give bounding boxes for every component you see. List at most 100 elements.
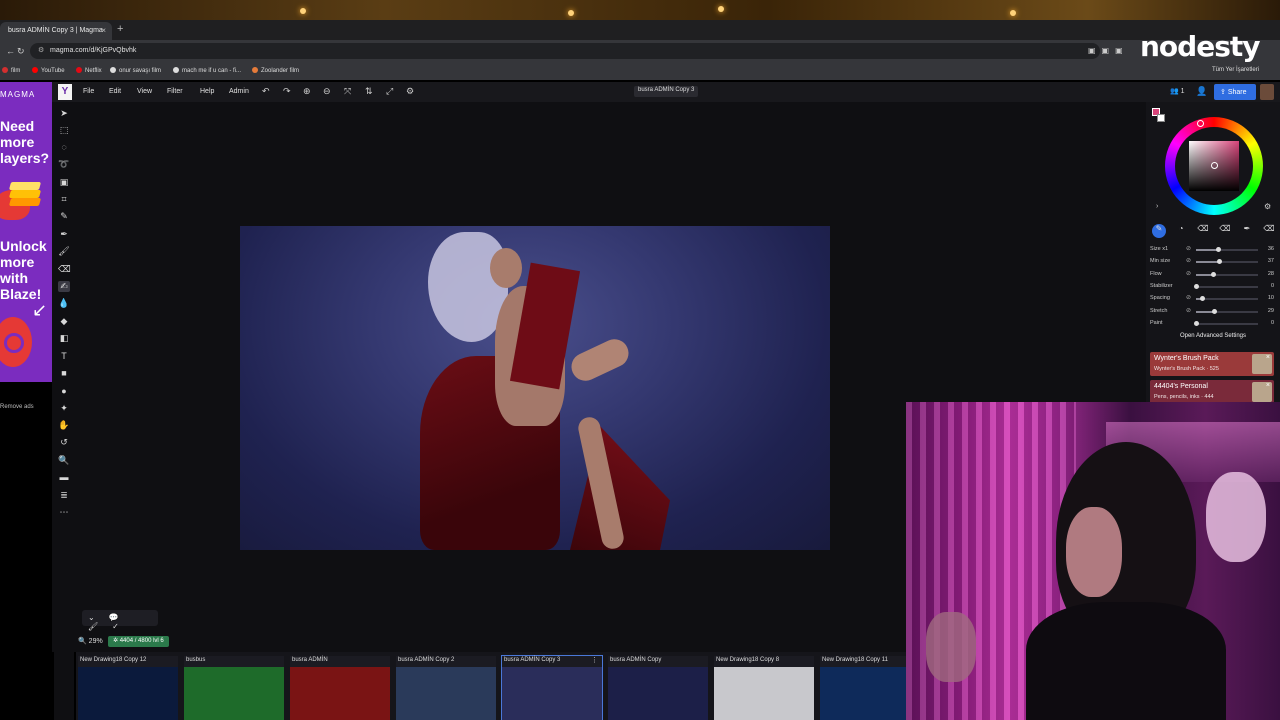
avatar[interactable] bbox=[1260, 84, 1274, 100]
bookmark-item[interactable]: film bbox=[2, 67, 20, 74]
brush-slider[interactable]: Flow ⊘ 28 bbox=[1150, 270, 1276, 280]
new-tab-button[interactable]: + bbox=[117, 23, 123, 35]
slider-knob[interactable] bbox=[1216, 259, 1222, 265]
drawing-thumbnail[interactable]: busbus bbox=[184, 656, 284, 720]
zoom-out-icon[interactable]: ⊖ bbox=[323, 86, 331, 97]
bookmark-item[interactable]: Netflix bbox=[76, 67, 102, 74]
brush-slider[interactable]: Paint 0 bbox=[1150, 319, 1276, 329]
flip-icon[interactable]: ⇅ bbox=[365, 86, 373, 97]
slider-track[interactable] bbox=[1196, 308, 1258, 314]
undo-icon[interactable]: ↶ bbox=[262, 86, 270, 97]
site-info-icon[interactable]: ⚙ bbox=[38, 46, 44, 54]
url-field[interactable]: ⚙ magma.com/d/KjGPvQbvhk bbox=[30, 43, 1100, 59]
hue-knob[interactable] bbox=[1197, 120, 1204, 127]
ellipse-icon[interactable]: ● bbox=[58, 386, 70, 396]
slider-track[interactable] bbox=[1196, 271, 1258, 277]
close-icon[interactable]: × bbox=[1266, 354, 1270, 361]
slider-knob[interactable] bbox=[1194, 320, 1199, 326]
brush-slider[interactable]: Stabilizer 0 bbox=[1150, 282, 1276, 292]
slider-knob[interactable] bbox=[1211, 308, 1217, 314]
transform-icon[interactable]: ▣ bbox=[58, 177, 70, 188]
brush-pack[interactable]: Wynter's Brush Pack Wynter's Brush Pack ·… bbox=[1150, 352, 1274, 376]
close-tab-icon[interactable]: × bbox=[101, 26, 106, 35]
pressure-toggle-icon[interactable]: ⊘ bbox=[1186, 257, 1191, 264]
users-count[interactable]: 👥 1 bbox=[1170, 87, 1185, 95]
zoom-in-icon[interactable]: ⊕ bbox=[303, 86, 311, 97]
remove-ads-link[interactable]: Remove ads bbox=[0, 404, 34, 410]
rectangle-icon[interactable]: ■ bbox=[58, 368, 70, 378]
brush-slider[interactable]: Min size ⊘ 37 bbox=[1150, 257, 1276, 267]
paint-bucket-icon[interactable]: ◆ bbox=[58, 316, 70, 327]
brush-slot-5-icon[interactable]: ✒ bbox=[1240, 224, 1254, 238]
gear-icon[interactable]: ⚙ bbox=[1264, 202, 1271, 211]
lasso-icon[interactable]: ➰ bbox=[58, 159, 70, 170]
brush-icon[interactable]: 🖌 bbox=[58, 246, 70, 257]
zoom-icon[interactable]: 🔍 bbox=[58, 455, 70, 466]
back-icon[interactable]: ← bbox=[6, 46, 15, 56]
drawing-thumbnail[interactable]: New Drawing18 Copy 12 bbox=[78, 656, 178, 720]
comment-icon[interactable]: ▬ bbox=[58, 472, 70, 482]
pressure-toggle-icon[interactable]: ⊘ bbox=[1186, 307, 1191, 314]
chat-controls[interactable]: ⌄💬🖌✓ bbox=[82, 610, 158, 631]
brush-slot-1-icon[interactable]: ✎ bbox=[1152, 224, 1166, 238]
fullscreen-icon[interactable]: ⤢ bbox=[386, 86, 393, 97]
crop-icon[interactable]: ⌗ bbox=[58, 194, 70, 205]
slider-track[interactable] bbox=[1196, 296, 1258, 302]
smudge-icon[interactable]: ✍ bbox=[58, 281, 70, 292]
brush-slot-3-icon[interactable]: ⌫ bbox=[1196, 224, 1210, 238]
slider-track[interactable] bbox=[1194, 283, 1258, 289]
share-button[interactable]: ⇪ Share bbox=[1214, 84, 1256, 100]
add-user-icon[interactable]: 👤 bbox=[1196, 86, 1207, 97]
hand-icon[interactable]: ✋ bbox=[58, 420, 70, 431]
bookmark-item[interactable]: YouTube bbox=[32, 67, 65, 74]
slider-knob[interactable] bbox=[1200, 296, 1206, 302]
lasso-select-icon[interactable]: ◌ bbox=[58, 142, 70, 152]
brush-slot-2-icon[interactable]: ◔ bbox=[1174, 224, 1188, 238]
reference-icon[interactable]: ≣ bbox=[58, 490, 70, 501]
all-bookmarks[interactable]: Tüm Yer İşaretleri bbox=[1212, 67, 1259, 73]
pressure-toggle-icon[interactable]: ⊘ bbox=[1186, 294, 1191, 301]
slider-knob[interactable] bbox=[1216, 247, 1222, 252]
rect-select-icon[interactable]: ⬚ bbox=[58, 125, 70, 136]
brush-slot-6-icon[interactable]: ⌫ bbox=[1262, 224, 1276, 238]
menu-help[interactable]: Help bbox=[200, 88, 214, 95]
extension-icons[interactable]: ▣▣▣ bbox=[1088, 46, 1129, 55]
menu-file[interactable]: File bbox=[83, 88, 94, 95]
pen-icon[interactable]: ✒ bbox=[58, 229, 70, 240]
drawing-thumbnail[interactable]: New Drawing18 Copy 11 bbox=[820, 656, 920, 720]
drawing-thumbnail[interactable]: busra ADMİN bbox=[290, 656, 390, 720]
rotate-icon[interactable]: ↺ bbox=[58, 437, 70, 448]
move-tool-icon[interactable]: ➤ bbox=[58, 108, 70, 119]
slider-track[interactable] bbox=[1194, 320, 1258, 326]
menu-view[interactable]: View bbox=[137, 88, 152, 95]
browser-tab[interactable]: busra ADMİN Copy 3 | Magma × bbox=[0, 22, 112, 40]
menu-admin[interactable]: Admin bbox=[229, 88, 249, 95]
brush-pack[interactable]: 44404's Personal Pens, pencils, inks · 44… bbox=[1150, 380, 1274, 404]
document-title[interactable]: busra ADMİN Copy 3 bbox=[634, 86, 699, 97]
pressure-toggle-icon[interactable]: ⊘ bbox=[1186, 270, 1191, 277]
close-icon[interactable]: × bbox=[1266, 382, 1270, 389]
brush-slider[interactable]: Size x1 ⊘ 36 bbox=[1150, 245, 1276, 255]
slider-track[interactable] bbox=[1196, 247, 1258, 252]
slider-knob[interactable] bbox=[1194, 283, 1199, 289]
fit-icon[interactable]: ⤧ bbox=[344, 86, 351, 97]
zoom-level[interactable]: 🔍 29% bbox=[78, 637, 103, 645]
pressure-toggle-icon[interactable]: ⊘ bbox=[1186, 245, 1191, 252]
bookmark-item[interactable]: onur savaşı film bbox=[110, 67, 161, 74]
ad-banner[interactable]: MAGMA Need more layers? Unlock more with… bbox=[0, 82, 52, 382]
settings-icon[interactable]: ⚙ bbox=[406, 86, 414, 97]
brush-slider[interactable]: Spacing ⊘ 10 bbox=[1150, 294, 1276, 304]
drawing-canvas[interactable] bbox=[240, 226, 830, 550]
brush-slider[interactable]: Stretch ⊘ 29 bbox=[1150, 307, 1276, 317]
bookmark-item[interactable]: Zoolander film bbox=[252, 67, 299, 74]
more-tools-icon[interactable]: ⋯ bbox=[58, 507, 70, 518]
blur-icon[interactable]: 💧 bbox=[58, 298, 70, 309]
reload-icon[interactable]: ↻ bbox=[17, 46, 25, 57]
magma-logo-icon[interactable]: Y bbox=[58, 84, 72, 100]
brush-slot-4-icon[interactable]: ⌫ bbox=[1218, 224, 1232, 238]
menu-filter[interactable]: Filter bbox=[167, 88, 183, 95]
drawing-thumbnail[interactable]: New Drawing18 Copy 8 bbox=[714, 656, 814, 720]
drawing-thumbnail[interactable]: busra ADMİN Copy bbox=[608, 656, 708, 720]
slider-knob[interactable] bbox=[1211, 271, 1217, 277]
gradient-icon[interactable]: ◧ bbox=[58, 333, 70, 344]
